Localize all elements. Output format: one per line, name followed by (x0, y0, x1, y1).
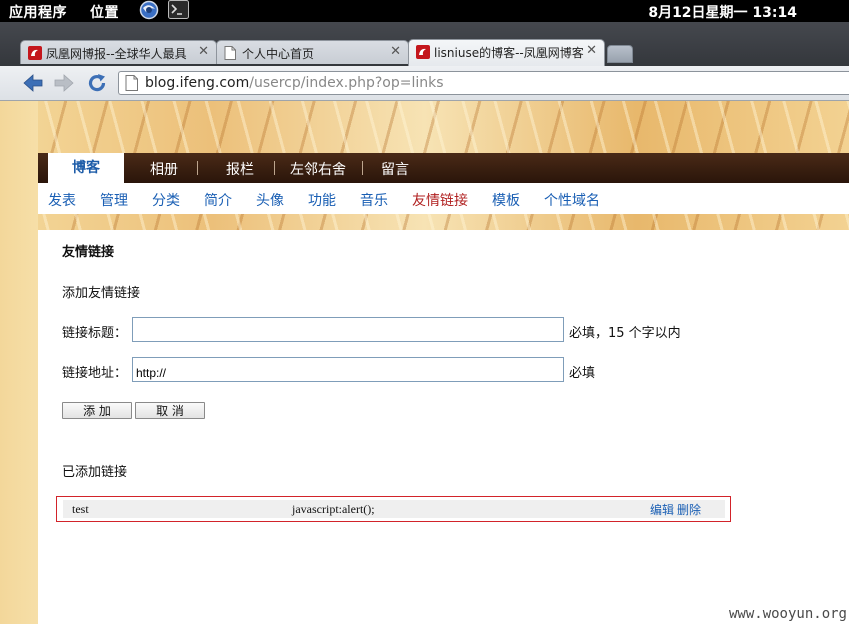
subnav-manage[interactable]: 管理 (100, 190, 128, 210)
link-title-label: 链接标题： (62, 326, 128, 341)
link-title-hint: 必填，15 个字以内 (569, 326, 681, 341)
page-icon (224, 46, 238, 60)
main-nav-messages[interactable]: 留言 (381, 159, 409, 179)
ifeng-favicon-icon (416, 45, 430, 59)
ifeng-favicon-icon (28, 46, 42, 60)
places-menu[interactable]: 位置 (90, 2, 119, 22)
link-url-label: 链接地址： (62, 366, 128, 381)
cancel-button[interactable]: 取 消 (135, 402, 205, 419)
browser-chrome: 凤凰网博报--全球华人最具 ✕ 个人中心首页 ✕ lisniuse的博客--凤凰… (0, 22, 849, 101)
reload-icon[interactable] (86, 72, 108, 94)
added-links-heading: 已添加链接 (62, 465, 128, 480)
address-bar[interactable]: blog.ifeng.com/usercp/index.php?op=links (118, 71, 849, 95)
link-url-cell: javascript:alert(); (292, 502, 375, 516)
page-icon (125, 75, 138, 91)
added-links-table: test javascript:alert(); 编辑 删除 (56, 496, 731, 522)
address-path: /usercp/index.php?op=links (249, 75, 444, 91)
link-url-input[interactable] (132, 357, 564, 382)
browser-launcher-icon[interactable] (139, 0, 159, 20)
tab-usercenter[interactable]: 个人中心首页 ✕ (216, 40, 409, 64)
subnav-features[interactable]: 功能 (308, 190, 336, 210)
subnav-category[interactable]: 分类 (152, 190, 180, 210)
web-page: 博客 相册 报栏 左邻右舍 留言 发表 管理 分类 简介 头像 功能 音乐 友情… (0, 101, 849, 624)
tab-title: 凤凰网博报--全球华人最具 (46, 47, 187, 61)
link-name-cell: test (72, 502, 89, 516)
section-title: 友情链接 (62, 245, 115, 260)
tab-close-icon[interactable]: ✕ (586, 43, 597, 58)
main-nav-blog[interactable]: 博客 (48, 153, 124, 183)
nav-separator (274, 161, 275, 175)
link-url-hint: 必填 (569, 366, 596, 381)
content-panel: 友情链接 添加友情链接 链接标题： 必填，15 个字以内 链接地址： 必填 添 … (38, 230, 849, 624)
address-host: blog.ifeng.com (145, 75, 250, 91)
delete-link[interactable]: 删除 (677, 501, 701, 518)
tab-ifeng-blogreport[interactable]: 凤凰网博报--全球华人最具 ✕ (20, 40, 217, 64)
link-title-input[interactable] (132, 317, 564, 342)
tab-title: 个人中心首页 (242, 47, 315, 61)
tab-strip: 凤凰网博报--全球华人最具 ✕ 个人中心首页 ✕ lisniuse的博客--凤凰… (0, 22, 849, 66)
tab-close-icon[interactable]: ✕ (198, 44, 209, 59)
tab-title: lisniuse的博客--凤凰网博客 (434, 46, 584, 60)
subnav-custom-domain[interactable]: 个性域名 (544, 190, 600, 210)
page-left-strip (0, 101, 38, 624)
add-link-heading: 添加友情链接 (62, 286, 141, 301)
terminal-launcher-icon[interactable] (168, 0, 189, 20)
applications-menu[interactable]: 应用程序 (9, 2, 67, 22)
back-arrow-icon[interactable] (22, 72, 44, 94)
tab-close-icon[interactable]: ✕ (390, 44, 401, 59)
navigation-bar: blog.ifeng.com/usercp/index.php?op=links (0, 66, 849, 101)
subnav-avatar[interactable]: 头像 (256, 190, 284, 210)
subnav-music[interactable]: 音乐 (360, 190, 388, 210)
main-nav-album[interactable]: 相册 (150, 159, 178, 179)
address-text: blog.ifeng.com/usercp/index.php?op=links (145, 75, 444, 91)
main-nav: 博客 相册 报栏 左邻右舍 留言 (38, 153, 849, 183)
forward-arrow-icon[interactable] (53, 72, 75, 94)
top-panel: 应用程序 位置 8月12日星期一 13:14 (0, 0, 849, 22)
tab-lisniuse-blog[interactable]: lisniuse的博客--凤凰网博客 ✕ (408, 39, 605, 66)
sub-nav: 发表 管理 分类 简介 头像 功能 音乐 友情链接 模板 个性域名 (38, 183, 849, 214)
new-tab-button[interactable] (607, 45, 633, 63)
table-row: test javascript:alert(); 编辑 删除 (63, 500, 725, 518)
add-button[interactable]: 添 加 (62, 402, 132, 419)
panel-clock[interactable]: 8月12日星期一 13:14 (648, 2, 797, 22)
subnav-friend-links[interactable]: 友情链接 (412, 190, 468, 210)
subnav-profile[interactable]: 简介 (204, 190, 232, 210)
nav-separator (197, 161, 198, 175)
main-nav-newspaper[interactable]: 报栏 (226, 159, 254, 179)
edit-link[interactable]: 编辑 (650, 501, 674, 518)
subnav-publish[interactable]: 发表 (48, 190, 76, 210)
watermark: www.wooyun.org (728, 606, 847, 622)
nav-separator (362, 161, 363, 175)
subnav-templates[interactable]: 模板 (492, 190, 520, 210)
main-nav-neighbors[interactable]: 左邻右舍 (290, 159, 346, 179)
